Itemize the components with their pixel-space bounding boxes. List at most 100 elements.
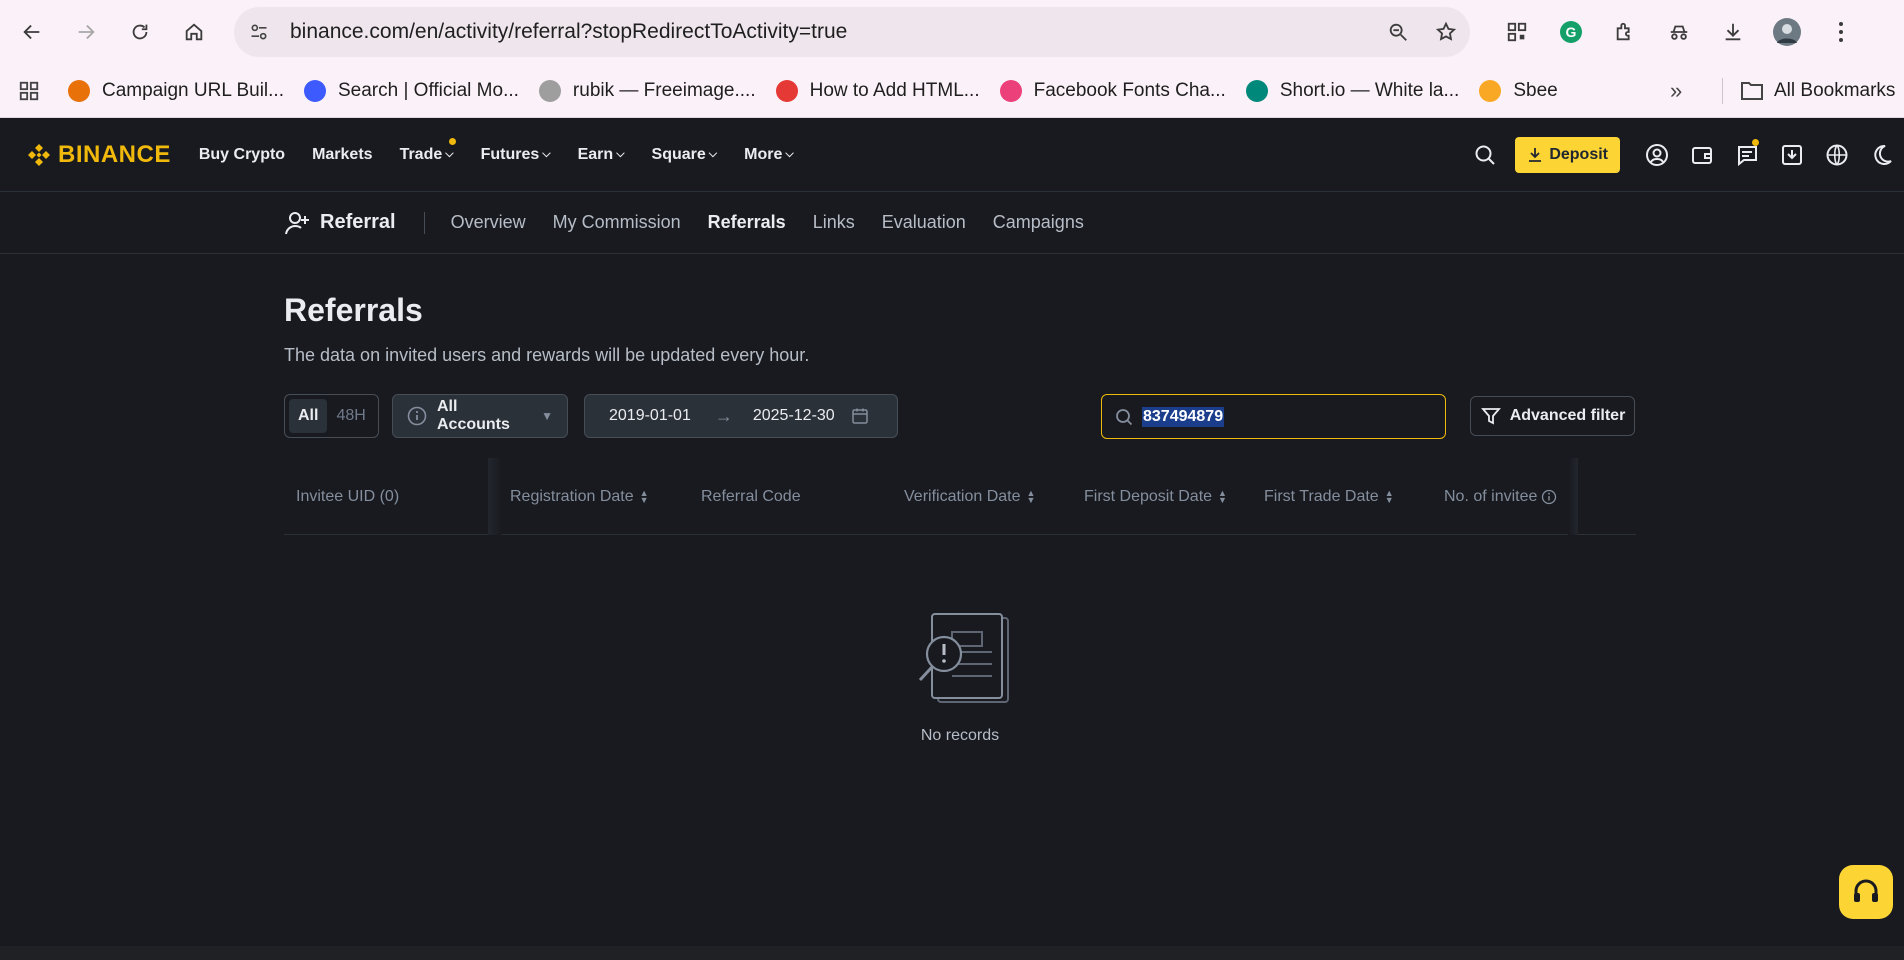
sort-icon[interactable]: ▲ ▼ [1218, 488, 1227, 504]
os-taskbar [0, 946, 1904, 960]
site-header: BINANCE Buy Crypto Markets Trade ⌵ Future… [0, 118, 1904, 192]
bookmark-favicon-icon [1245, 79, 1268, 102]
svg-text:G: G [1566, 24, 1577, 40]
all-bookmarks-button[interactable]: All Bookmarks [1740, 64, 1895, 118]
toggle-all[interactable]: All [289, 399, 328, 433]
zoom-icon[interactable] [1374, 21, 1422, 43]
bookmarks-overflow-icon[interactable]: » [1670, 64, 1682, 118]
messages-icon[interactable] [1724, 139, 1769, 167]
chevron-down-icon: ⌵ [616, 148, 625, 160]
bookmark-facebook-fonts[interactable]: Facebook Fonts Cha... [990, 71, 1236, 111]
apps-grid-icon[interactable] [0, 80, 58, 102]
sort-icon[interactable]: ▲ ▼ [1385, 488, 1394, 504]
referral-title: Referral [284, 209, 396, 237]
col-first-deposit-date[interactable]: First Deposit Date ▲ ▼ [1084, 458, 1227, 535]
bookmark-rubik[interactable]: rubik — Freeimage.... [529, 71, 766, 111]
tab-campaigns[interactable]: Campaigns [993, 212, 1084, 233]
nav-buy-crypto[interactable]: Buy Crypto [199, 146, 285, 164]
back-button[interactable] [10, 10, 54, 54]
tab-links[interactable]: Links [813, 212, 855, 233]
date-to[interactable]: 2025-12-30 [753, 407, 835, 425]
accounts-dropdown[interactable]: All Accounts ▼ [392, 394, 568, 438]
notification-dot [1752, 139, 1759, 146]
nav-earn[interactable]: Earn ⌵ [578, 146, 625, 164]
search-value[interactable]: 837494879 [1142, 406, 1225, 427]
reload-button[interactable] [118, 10, 162, 54]
advanced-filter-button[interactable]: Advanced filter [1470, 396, 1635, 436]
browser-menu-icon[interactable] [1814, 10, 1868, 54]
col-verification-date[interactable]: Verification Date ▲ ▼ [904, 458, 1035, 535]
bookmark-add-html[interactable]: How to Add HTML... [766, 71, 990, 111]
globe-icon[interactable] [1814, 143, 1859, 167]
bookmark-star-icon[interactable] [1422, 21, 1470, 43]
page-description: The data on invited users and rewards wi… [284, 345, 810, 365]
filter-icon [1480, 408, 1501, 425]
column-shadow [1568, 458, 1578, 535]
subnav-divider [423, 211, 425, 234]
bookmark-favicon-icon [538, 79, 561, 102]
extensions-icon[interactable] [1598, 10, 1652, 54]
info-icon [407, 406, 427, 426]
search-icon[interactable] [1462, 143, 1507, 167]
arrow-right-icon [78, 24, 95, 40]
page-title: Referrals [284, 292, 423, 328]
headset-icon [1854, 879, 1878, 902]
app-download-icon[interactable] [1769, 143, 1814, 167]
home-icon [185, 23, 203, 41]
nav-futures[interactable]: Futures ⌵ [481, 146, 551, 164]
referral-subnav: Referral Overview My Commission Referral… [0, 192, 1904, 254]
chevron-down-icon: ⌵ [785, 148, 794, 160]
address-bar[interactable]: binance.com/en/activity/referral?stopRed… [234, 7, 1470, 57]
reload-icon [132, 24, 148, 40]
bookmarks-bar: Campaign URL Buil... Search | Official M… [0, 64, 1904, 118]
bookmark-sbee[interactable]: Sbee [1469, 71, 1567, 111]
bookmark-campaign-url[interactable]: Campaign URL Buil... [58, 71, 294, 111]
binance-diamond-icon [28, 143, 50, 166]
tab-my-commission[interactable]: My Commission [553, 212, 681, 233]
col-no-of-invitee: No. of invitee [1444, 458, 1557, 535]
nav-square[interactable]: Square ⌵ [652, 146, 718, 164]
bookmark-favicon-icon [999, 79, 1022, 102]
sort-icon[interactable]: ▲ ▼ [1027, 488, 1036, 504]
download-icon[interactable] [1706, 10, 1760, 54]
col-invitee-uid: Invitee UID (0) [296, 487, 400, 505]
support-chat-button[interactable] [1839, 865, 1893, 919]
profile-avatar[interactable] [1760, 10, 1814, 54]
url-text[interactable]: binance.com/en/activity/referral?stopRed… [290, 20, 1374, 44]
tab-referrals[interactable]: Referrals [708, 212, 786, 233]
bookmark-shortio[interactable]: Short.io — White la... [1236, 71, 1470, 111]
search-icon [1114, 407, 1134, 427]
grammarly-icon[interactable]: G [1544, 10, 1598, 54]
sort-icon[interactable]: ▲ ▼ [640, 488, 649, 504]
all-bookmarks-label: All Bookmarks [1774, 80, 1896, 101]
bookmark-favicon-icon [1479, 79, 1502, 102]
folder-icon [1741, 82, 1763, 100]
user-profile-icon[interactable] [1634, 143, 1679, 167]
col-first-trade-date[interactable]: First Trade Date ▲ ▼ [1264, 458, 1394, 535]
time-range-toggle: All 48H [284, 394, 379, 438]
nav-trade[interactable]: Trade ⌵ [400, 137, 456, 164]
site-settings-icon[interactable] [234, 22, 284, 42]
binance-logo[interactable]: BINANCE [26, 141, 171, 169]
col-registration-date[interactable]: Registration Date ▲ ▼ [510, 458, 649, 535]
bookmark-search-official[interactable]: Search | Official Mo... [294, 71, 529, 111]
deposit-button[interactable]: Deposit [1515, 137, 1620, 173]
wallet-icon[interactable] [1679, 143, 1724, 167]
date-range-picker[interactable]: 2019-01-01 → 2025-12-30 [584, 394, 898, 438]
home-button[interactable] [172, 10, 216, 54]
notification-dot [448, 137, 456, 145]
search-input[interactable]: 837494879 [1101, 394, 1446, 439]
tab-evaluation[interactable]: Evaluation [882, 212, 966, 233]
calendar-icon[interactable] [851, 407, 869, 425]
caret-down-icon: ▼ [541, 409, 553, 423]
nav-more[interactable]: More ⌵ [744, 146, 794, 164]
dark-mode-icon[interactable] [1859, 143, 1904, 167]
incognito-icon[interactable] [1652, 10, 1706, 54]
nav-markets[interactable]: Markets [312, 146, 372, 164]
tab-overview[interactable]: Overview [451, 212, 526, 233]
toggle-48h[interactable]: 48H [327, 399, 374, 433]
no-records-icon [918, 613, 1009, 703]
qr-code-icon[interactable] [1490, 10, 1544, 54]
date-from[interactable]: 2019-01-01 [609, 407, 691, 425]
forward-button[interactable] [64, 10, 108, 54]
